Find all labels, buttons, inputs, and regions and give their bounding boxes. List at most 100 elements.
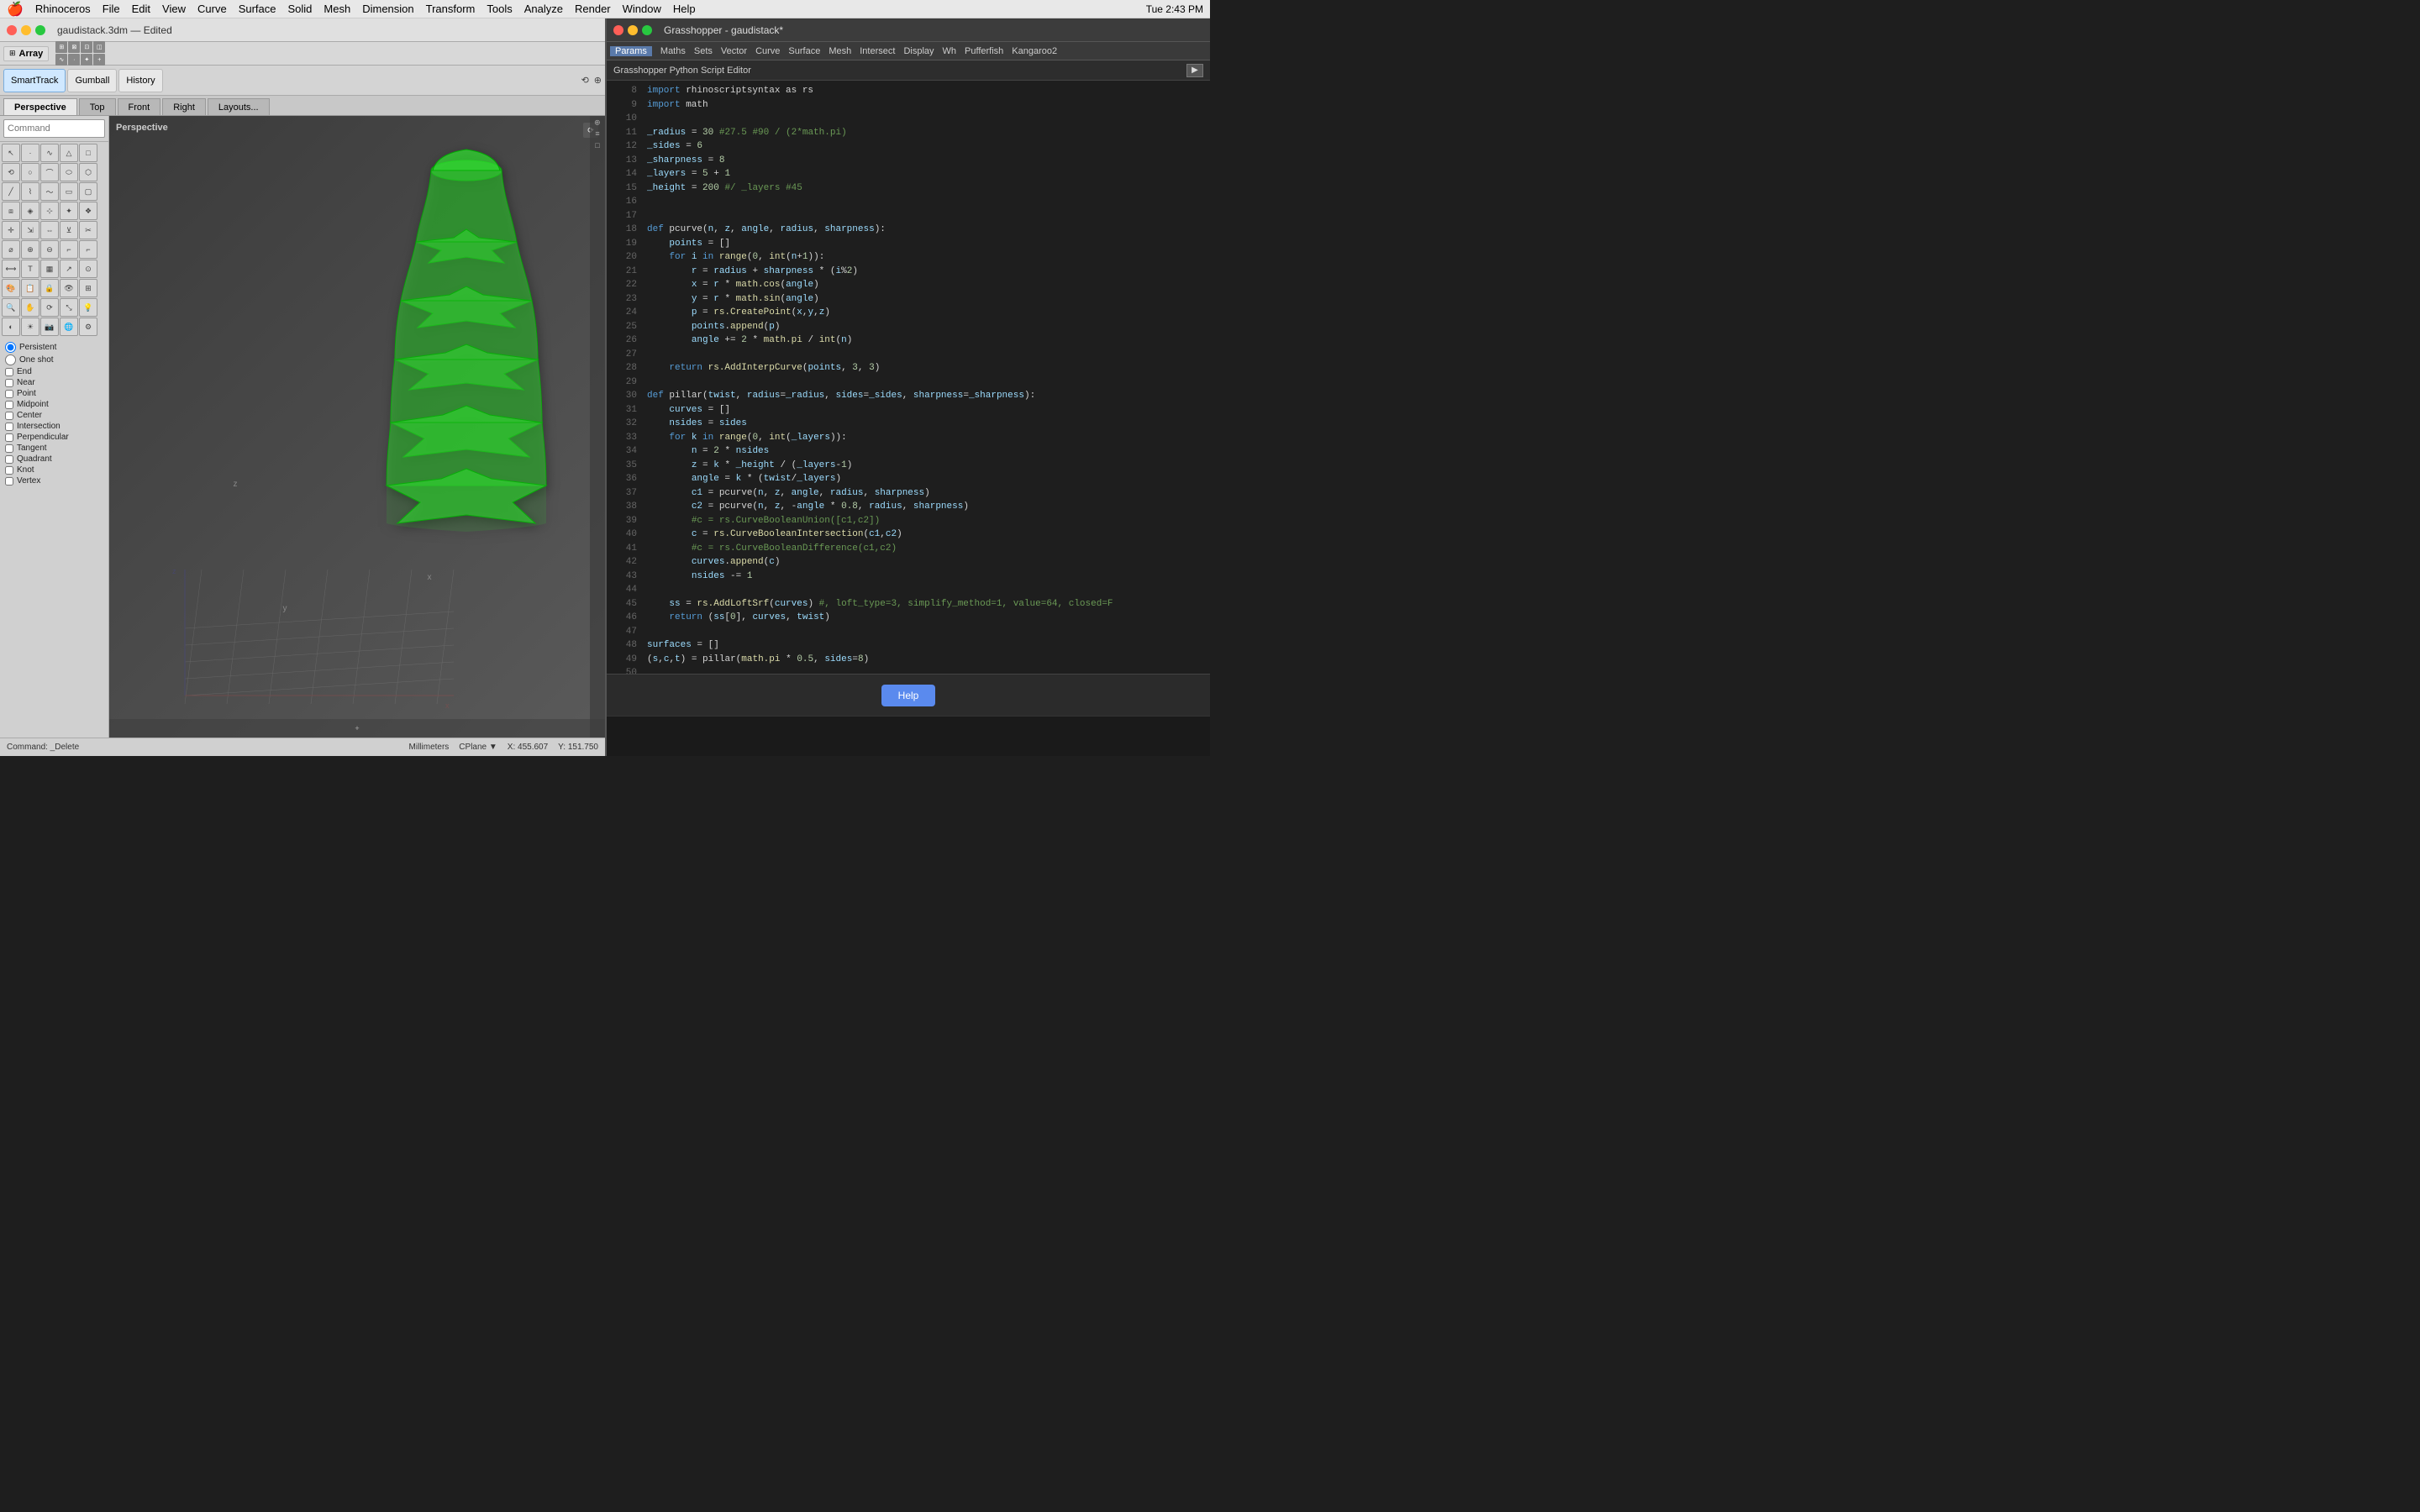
split-tool[interactable]: ⌀ (2, 240, 20, 259)
command-input[interactable] (3, 119, 105, 138)
nurbs-tool[interactable]: ⊹ (40, 202, 59, 220)
maximize-button[interactable] (35, 25, 45, 35)
help-button[interactable]: Help (881, 685, 936, 706)
gh-tab-kangaroo[interactable]: Kangaroo2 (1012, 46, 1057, 56)
arc-tool[interactable]: ⌒ (40, 163, 59, 181)
pan-tool[interactable]: ✋ (21, 298, 39, 317)
curve-tool[interactable]: ∿ (40, 144, 59, 162)
osnap-tangent[interactable]: Tangent (5, 443, 103, 454)
menu-window[interactable]: Window (623, 3, 661, 15)
hatch-tool[interactable]: ▦ (40, 260, 59, 278)
solid-tool[interactable]: ✦ (60, 202, 78, 220)
camera-tool[interactable]: 📷 (40, 318, 59, 336)
star-icon[interactable]: ✦ (81, 54, 92, 66)
line-tool[interactable]: ╱ (2, 182, 20, 201)
osnap-end[interactable]: End (5, 366, 103, 377)
rot-tool[interactable]: ⟲ (2, 163, 20, 181)
light-tool[interactable]: ☀ (21, 318, 39, 336)
surface-tool[interactable]: ◈ (21, 202, 39, 220)
run-button[interactable]: ▶ (1186, 64, 1203, 77)
osnap-center[interactable]: Center (5, 410, 103, 421)
close-button[interactable] (7, 25, 17, 35)
menu-analyze[interactable]: Analyze (524, 3, 563, 15)
material-tool[interactable]: ◐ (2, 318, 20, 336)
tab-top[interactable]: Top (79, 98, 116, 115)
fillet-tool[interactable]: ⌐ (60, 240, 78, 259)
gh-tab-mesh[interactable]: Mesh (829, 46, 851, 56)
rotate-view[interactable]: ⟳ (40, 298, 59, 317)
menu-edit[interactable]: Edit (132, 3, 150, 15)
menu-solid[interactable]: Solid (288, 3, 313, 15)
lock-tool[interactable]: 🔒 (40, 279, 59, 297)
chamfer-tool[interactable]: ⌐ (79, 240, 97, 259)
polyline-tool[interactable]: ⌇ (21, 182, 39, 201)
gh-tab-sets[interactable]: Sets (694, 46, 713, 56)
scale-tool[interactable]: ⇲ (21, 221, 39, 239)
tab-right[interactable]: Right (162, 98, 206, 115)
move-tool[interactable]: ✛ (2, 221, 20, 239)
smarttrack-button[interactable]: SmartTrack (3, 69, 66, 92)
trim-tool[interactable]: ✂ (79, 221, 97, 239)
select-tool[interactable]: ↖ (2, 144, 20, 162)
code-content[interactable]: 8import rhinoscriptsyntax as rs9import m… (607, 81, 1210, 674)
gh-tab-intersect[interactable]: Intersect (860, 46, 895, 56)
menu-view[interactable]: View (162, 3, 186, 15)
snap-tool[interactable]: ⊞ (79, 279, 97, 297)
tab-layouts[interactable]: Layouts... (208, 98, 270, 115)
osnap-point[interactable]: Point (5, 388, 103, 399)
menu-rhinoceros[interactable]: Rhinoceros (35, 3, 91, 15)
menu-mesh[interactable]: Mesh (324, 3, 350, 15)
menu-render[interactable]: Render (575, 3, 611, 15)
gh-tab-pufferfish[interactable]: Pufferfish (965, 46, 1003, 56)
text-tool[interactable]: T (21, 260, 39, 278)
apple-menu[interactable]: 🍎 (7, 1, 24, 18)
array2-icon[interactable]: ⊡ (81, 41, 92, 53)
boolean-tool[interactable]: ⊖ (40, 240, 59, 259)
osnap-midpoint[interactable]: Midpoint (5, 399, 103, 410)
osnap-persistent[interactable]: Persistent (5, 341, 103, 354)
osnap-vertex[interactable]: Vertex (5, 475, 103, 486)
osnap-quadrant[interactable]: Quadrant (5, 454, 103, 465)
history-button[interactable]: History (118, 69, 162, 92)
menu-tools[interactable]: Tools (487, 3, 512, 15)
circle-tool[interactable]: ○ (21, 163, 39, 181)
gh-tab-wh[interactable]: Wh (943, 46, 957, 56)
zoom-tool[interactable]: 🔍 (2, 298, 20, 317)
osnap-near[interactable]: Near (5, 377, 103, 388)
gumball-button[interactable]: Gumball (67, 69, 117, 92)
menu-surface[interactable]: Surface (239, 3, 276, 15)
gh-tab-curve[interactable]: Curve (755, 46, 780, 56)
gh-tab-vector[interactable]: Vector (721, 46, 747, 56)
render-tool[interactable]: 💡 (79, 298, 97, 317)
tab-perspective[interactable]: Perspective (3, 98, 77, 115)
menu-file[interactable]: File (103, 3, 120, 15)
box-tool[interactable]: □ (79, 144, 97, 162)
grid-icon[interactable]: ⊞ (55, 41, 67, 53)
dot-icon[interactable]: · (68, 54, 80, 66)
dot-tool[interactable]: ⊙ (79, 260, 97, 278)
object-icon[interactable]: □ (595, 141, 599, 150)
osnap-oneshot[interactable]: One shot (5, 354, 103, 366)
gh-tab-params[interactable]: Params (610, 46, 652, 56)
rect-tool[interactable]: ▭ (60, 182, 78, 201)
gh-maximize-button[interactable] (642, 25, 652, 35)
poly-tool[interactable]: △ (60, 144, 78, 162)
dim-tool[interactable]: ⟷ (2, 260, 20, 278)
gh-tab-display[interactable]: Display (903, 46, 934, 56)
viewport-3d[interactable]: Perspective (109, 116, 605, 738)
minimize-button[interactable] (21, 25, 31, 35)
osnap-perpendicular[interactable]: Perpendicular (5, 432, 103, 443)
menu-help[interactable]: Help (673, 3, 696, 15)
color-tool[interactable]: 🎨 (2, 279, 20, 297)
curve-icon[interactable]: ∿ (55, 54, 67, 66)
gh-tab-surface[interactable]: Surface (788, 46, 820, 56)
join-tool[interactable]: ⊕ (21, 240, 39, 259)
array3-icon[interactable]: ◫ (93, 41, 105, 53)
gh-tab-maths[interactable]: Maths (660, 46, 686, 56)
gh-minimize-button[interactable] (628, 25, 638, 35)
array-icon[interactable]: ⊠ (68, 41, 80, 53)
tab-front[interactable]: Front (118, 98, 161, 115)
hex-tool[interactable]: ⬡ (79, 163, 97, 181)
extent-tool[interactable]: ⤡ (60, 298, 78, 317)
layer-icon[interactable]: ≡ (595, 129, 599, 138)
